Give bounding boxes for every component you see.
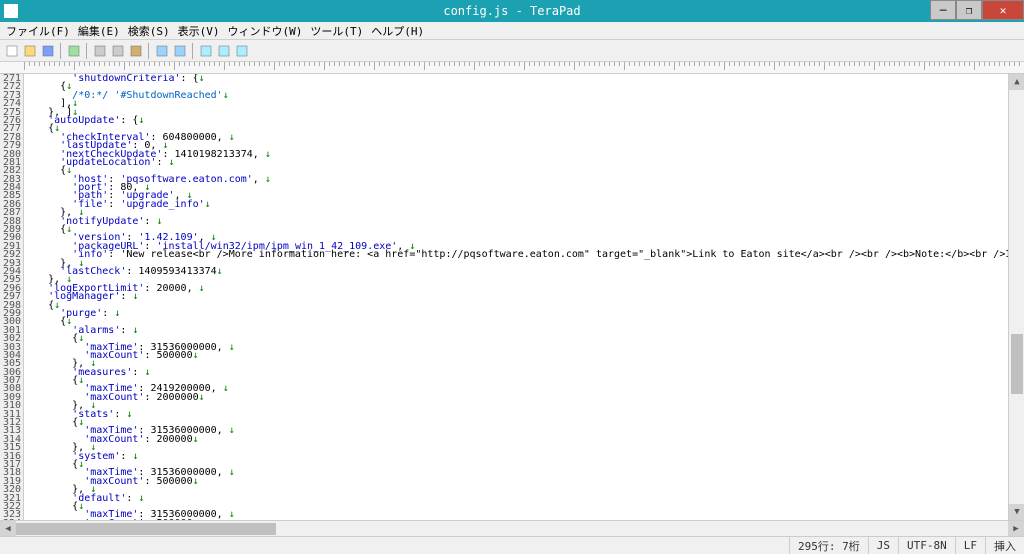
- menu-bar: ファイル(F) 編集(E) 検索(S) 表示(V) ウィンドウ(W) ツール(T…: [0, 22, 1024, 40]
- find-next-icon[interactable]: [234, 43, 250, 59]
- scroll-down-arrow[interactable]: ▼: [1009, 504, 1024, 520]
- paste-icon[interactable]: [128, 43, 144, 59]
- status-encoding: UTF-8N: [898, 537, 955, 554]
- redo-icon[interactable]: [172, 43, 188, 59]
- cut-icon[interactable]: [92, 43, 108, 59]
- menu-edit[interactable]: 編集(E): [74, 22, 124, 40]
- new-icon[interactable]: [4, 43, 20, 59]
- menu-search[interactable]: 検索(S): [124, 22, 174, 40]
- menu-help[interactable]: ヘルプ(H): [367, 22, 428, 40]
- ruler: [0, 62, 1024, 74]
- window-title: config.js - TeraPad: [443, 4, 580, 18]
- line-number-gutter: 2712722732742752762772782792802812822832…: [0, 74, 24, 520]
- menu-file[interactable]: ファイル(F): [2, 22, 74, 40]
- status-bar: 295行: 7桁 JS UTF-8N LF 挿入: [0, 536, 1024, 554]
- menu-tool[interactable]: ツール(T): [306, 22, 367, 40]
- vertical-scrollbar[interactable]: ▲ ▼: [1008, 74, 1024, 520]
- find-icon[interactable]: [198, 43, 214, 59]
- menu-window[interactable]: ウィンドウ(W): [224, 22, 307, 40]
- undo-icon[interactable]: [154, 43, 170, 59]
- status-lang: JS: [868, 537, 898, 554]
- vertical-scroll-thumb[interactable]: [1011, 334, 1023, 394]
- title-bar: config.js - TeraPad ─ ❐ ✕: [0, 0, 1024, 22]
- copy-icon[interactable]: [110, 43, 126, 59]
- minimize-button[interactable]: ─: [930, 0, 956, 20]
- status-insert-mode: 挿入: [985, 537, 1024, 554]
- menu-view[interactable]: 表示(V): [174, 22, 224, 40]
- toolbar: [0, 40, 1024, 62]
- scroll-up-arrow[interactable]: ▲: [1009, 74, 1024, 90]
- status-newline: LF: [955, 537, 985, 554]
- open-icon[interactable]: [22, 43, 38, 59]
- find-prev-icon[interactable]: [216, 43, 232, 59]
- horizontal-scrollbar[interactable]: ◀ ▶: [0, 520, 1024, 536]
- app-icon: [4, 4, 18, 18]
- save-icon[interactable]: [40, 43, 56, 59]
- reload-icon[interactable]: [66, 43, 82, 59]
- close-button[interactable]: ✕: [982, 0, 1024, 20]
- window-controls: ─ ❐ ✕: [930, 0, 1024, 22]
- horizontal-scroll-thumb[interactable]: [16, 523, 276, 535]
- maximize-button[interactable]: ❐: [956, 0, 982, 20]
- status-position: 295行: 7桁: [789, 537, 868, 554]
- scroll-right-arrow[interactable]: ▶: [1008, 521, 1024, 537]
- scroll-left-arrow[interactable]: ◀: [0, 521, 16, 537]
- code-editor[interactable]: 'shutdownCriteria': {↓ {↓ /*0:*/ '#Shutd…: [24, 74, 1008, 520]
